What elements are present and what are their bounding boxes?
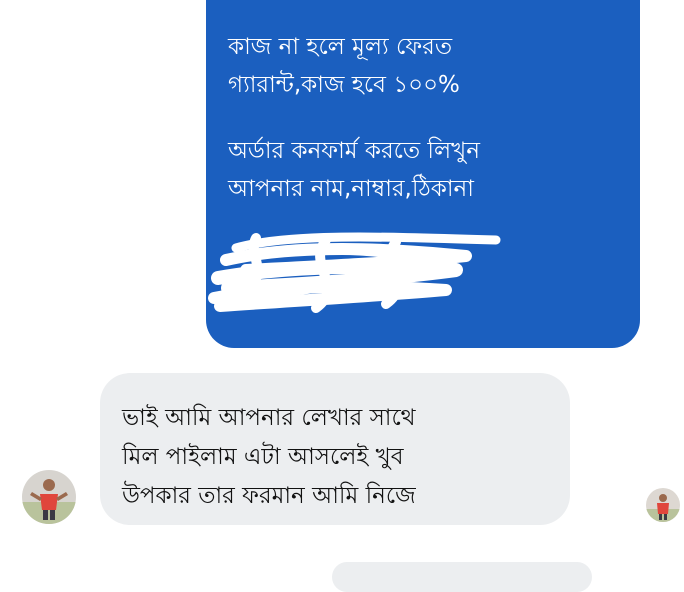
sent-message-line: অর্ডার কনফার্ম করতে লিখুন bbox=[228, 138, 480, 164]
seen-indicator-avatar-icon bbox=[646, 488, 680, 522]
next-message-bubble-edge bbox=[332, 562, 592, 592]
sent-message-line: কাজ না হলে মূল্য ফেরত bbox=[228, 34, 453, 60]
received-message-bubble[interactable]: ভাই আমি আপনার লেখার সাথে মিল পাইলাম এটা … bbox=[100, 373, 570, 525]
sent-message-bubble[interactable]: কাজ না হলে মূল্য ফেরত গ্যারান্ট,কাজ হবে … bbox=[206, 0, 640, 348]
scribble-redaction-icon bbox=[208, 232, 501, 313]
received-message-line: ভাই আমি আপনার লেখার সাথে bbox=[122, 405, 416, 431]
received-message-line: উপকার তার ফরমান আমি নিজে bbox=[122, 483, 416, 509]
sender-avatar-icon[interactable] bbox=[22, 470, 76, 524]
sent-message-line: আপনার নাম,নাম্বার,ঠিকানা bbox=[228, 176, 474, 202]
sent-message-line: গ্যারান্ট,কাজ হবে ১০০% bbox=[228, 72, 460, 98]
received-message-line: মিল পাইলাম এটা আসলেই খুব bbox=[122, 444, 404, 470]
